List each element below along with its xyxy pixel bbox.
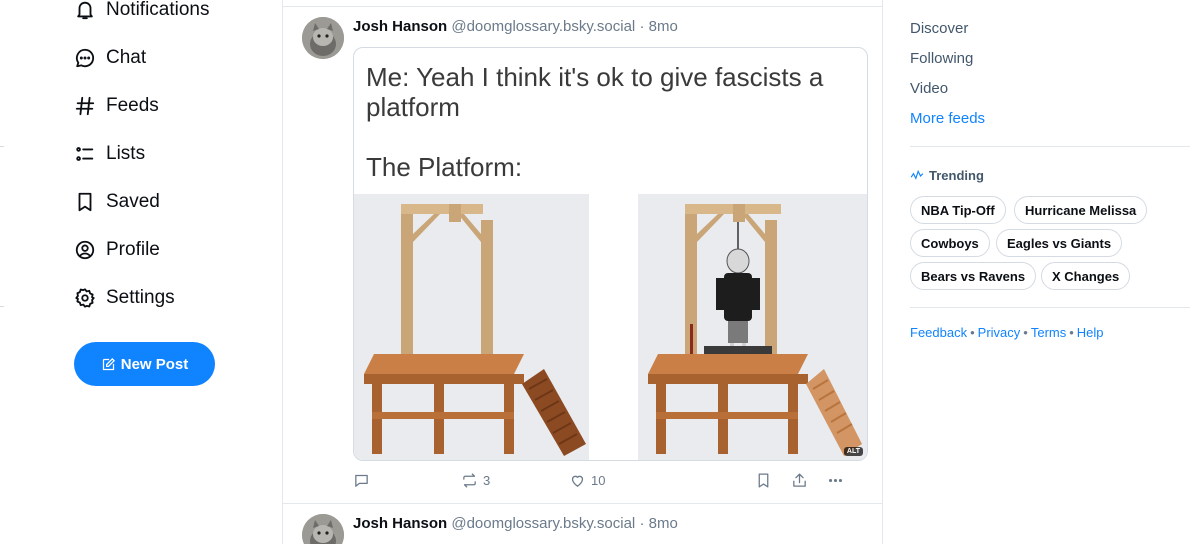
- nav-label: Notifications: [106, 0, 210, 20]
- bookmark-icon: [758, 473, 769, 488]
- nav-label: Settings: [106, 287, 175, 308]
- image-text-line: The Platform:: [366, 152, 523, 182]
- reply-icon: [355, 474, 368, 487]
- footer-separator: •: [970, 325, 975, 340]
- author-name[interactable]: Josh Hanson: [353, 18, 447, 35]
- divider: [283, 6, 883, 7]
- more-feeds-link[interactable]: More feeds: [910, 110, 985, 127]
- footer-separator: •: [1023, 325, 1028, 340]
- bookmark-icon: [78, 192, 92, 212]
- gear-icon: [75, 288, 95, 308]
- new-post-label: New Post: [120, 355, 189, 373]
- feed-link-discover[interactable]: Discover: [910, 20, 968, 37]
- chat-icon: [75, 48, 95, 68]
- hash-icon: [75, 96, 95, 116]
- repost-button[interactable]: 3: [461, 472, 490, 489]
- more-options-button[interactable]: [827, 472, 844, 489]
- repost-count: 3: [483, 473, 491, 488]
- trending-chip[interactable]: Cowboys: [910, 229, 990, 257]
- author-handle[interactable]: @doomglossary.bsky.social: [451, 515, 635, 532]
- bell-icon: [77, 1, 93, 20]
- trending-chip[interactable]: Bears vs Ravens: [910, 262, 1037, 290]
- nav-label: Feeds: [106, 95, 159, 116]
- trending-heading: Trending: [910, 168, 984, 183]
- separator: ·: [639, 515, 645, 532]
- nav-item-chat[interactable]: Chat: [74, 43, 146, 73]
- feed-link-video[interactable]: Video: [910, 80, 948, 97]
- gallows-empty-illustration: [354, 194, 589, 460]
- heart-icon: [571, 475, 584, 487]
- image-text-line: Me: Yeah I think it's ok to give fascist…: [366, 62, 824, 92]
- nav-label: Saved: [106, 191, 160, 212]
- divider: [283, 503, 883, 504]
- image-text-line: platform: [366, 92, 460, 122]
- separator: ·: [639, 18, 645, 35]
- nav-item-lists[interactable]: Lists: [74, 139, 145, 169]
- divider: [910, 307, 1190, 308]
- ellipsis-icon: [828, 478, 843, 483]
- nav-label: Profile: [106, 239, 160, 260]
- nav-label: Chat: [106, 47, 147, 68]
- help-link[interactable]: Help: [1077, 325, 1104, 340]
- nav-item-settings[interactable]: Settings: [74, 283, 175, 313]
- privacy-link[interactable]: Privacy: [978, 325, 1021, 340]
- like-count: 10: [591, 473, 606, 488]
- terms-link[interactable]: Terms: [1031, 325, 1066, 340]
- divider: [910, 146, 1190, 147]
- post-image[interactable]: Me: Yeah I think it's ok to give fascist…: [353, 47, 868, 461]
- nav-item-saved[interactable]: Saved: [74, 187, 160, 217]
- edge-tick: [0, 306, 4, 307]
- cat-avatar-image: [302, 514, 344, 544]
- bookmark-button[interactable]: [755, 472, 772, 489]
- author-handle[interactable]: @doomglossary.bsky.social: [451, 18, 635, 35]
- avatar[interactable]: [302, 17, 344, 59]
- right-sidebar: Discover Following Video More feeds Tren…: [910, 0, 1190, 544]
- post-time[interactable]: 8mo: [649, 18, 678, 35]
- feed-column: Josh Hanson @doomglossary.bsky.social · …: [282, 0, 883, 544]
- avatar[interactable]: [302, 514, 344, 544]
- edge-tick: [0, 146, 4, 147]
- author-name[interactable]: Josh Hanson: [353, 515, 447, 532]
- like-button[interactable]: 10: [569, 472, 605, 489]
- left-navigation: Notifications Chat Feeds Lists Saved Pro…: [0, 0, 282, 544]
- trending-chip[interactable]: NBA Tip-Off: [910, 196, 1006, 224]
- feedback-link[interactable]: Feedback: [910, 325, 967, 340]
- trending-icon: [910, 169, 924, 180]
- footer-separator: •: [1069, 325, 1074, 340]
- trending-chip[interactable]: Hurricane Melissa: [1014, 196, 1148, 224]
- alt-badge[interactable]: ALT: [843, 447, 863, 456]
- nav-item-notifications[interactable]: Notifications: [74, 0, 210, 25]
- list-icon: [76, 147, 94, 161]
- post-header: Josh Hanson @doomglossary.bsky.social · …: [353, 515, 678, 532]
- post-time[interactable]: 8mo: [649, 515, 678, 532]
- compose-icon: [102, 357, 115, 370]
- share-icon: [793, 473, 806, 487]
- trending-chip[interactable]: Eagles vs Giants: [996, 229, 1123, 257]
- trending-title: Trending: [929, 168, 984, 183]
- cat-avatar-image: [302, 17, 344, 59]
- nav-label: Lists: [106, 143, 146, 164]
- repost-icon: [463, 473, 476, 488]
- feed-link-following[interactable]: Following: [910, 50, 973, 67]
- nav-item-profile[interactable]: Profile: [74, 235, 160, 265]
- share-button[interactable]: [791, 472, 808, 489]
- nav-item-feeds[interactable]: Feeds: [74, 91, 159, 121]
- trending-chip[interactable]: X Changes: [1041, 262, 1131, 290]
- reply-button[interactable]: [353, 472, 370, 489]
- profile-icon: [75, 240, 95, 260]
- post-actions: 3 10: [353, 472, 868, 492]
- post-header: Josh Hanson @doomglossary.bsky.social · …: [353, 18, 678, 35]
- footer-links: Feedback • Privacy • Terms • Help: [910, 325, 1104, 340]
- gallows-occupied-illustration: [638, 194, 867, 460]
- new-post-button[interactable]: New Post: [74, 342, 215, 386]
